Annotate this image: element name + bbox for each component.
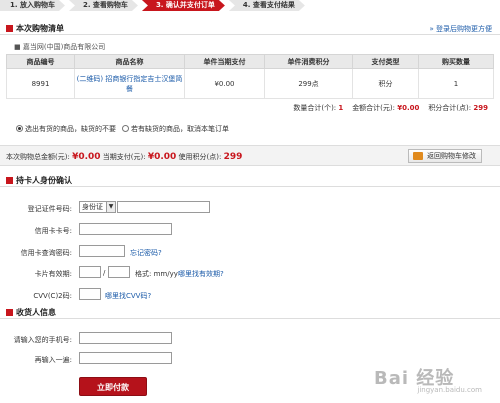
card-row: 信用卡卡号:: [0, 223, 500, 237]
item-qty: 1: [418, 68, 494, 99]
section-square-icon: [6, 177, 13, 184]
order-totals: 数量合计(个): 1 金额合计(元): ¥0.00 积分合计(点): 299: [293, 104, 488, 112]
col-price-header: 单件当期支付: [184, 54, 265, 69]
chevron-down-icon: ▼: [106, 202, 115, 212]
item-name-link[interactable]: (二维码) 招商银行指定吉士汉堡简餐: [77, 75, 183, 93]
cart-icon: [413, 152, 423, 160]
receiver-section-header: 收货人信息: [0, 304, 500, 319]
col-qty-header: 购买数量: [418, 54, 494, 69]
step-3-current: 3. 确认并支付订单: [142, 0, 225, 11]
summary-bar: 本次购物总金额(元): ¥0.00 当期支付(元): ¥0.00 使用积分(点)…: [0, 145, 500, 166]
cvv-row: CVV(C)2码: 哪里找CVV码?: [0, 288, 500, 302]
id-row: 登记证件号码: 身份证 ▼: [0, 201, 500, 215]
receiver-section-title: 收货人信息: [16, 308, 56, 317]
phone-confirm-input[interactable]: [79, 352, 172, 364]
query-pwd-input[interactable]: [79, 245, 125, 257]
id-label: 登记证件号码:: [27, 205, 72, 213]
item-paytype: 积分: [352, 68, 419, 99]
step-4: 4. 查看支付结果: [229, 0, 305, 11]
expiry-label: 卡片有效期:: [34, 270, 72, 278]
summary-total: ¥0.00: [72, 152, 101, 162]
id-number-input[interactable]: [117, 201, 210, 213]
table-row: 8991 (二维码) 招商银行指定吉士汉堡简餐 ¥0.00 299点 积分 1: [6, 68, 494, 99]
section-square-icon: [6, 309, 13, 316]
total-qty: 1: [338, 104, 344, 112]
item-price: ¥0.00: [184, 68, 265, 99]
pay-now-button[interactable]: 立即付款: [79, 377, 147, 396]
step-2: 2. 查看购物车: [69, 0, 138, 11]
table-header-row: 商品编号 商品名称 单件当期支付 单件消费积分 支付类型 购买数量: [6, 54, 494, 69]
stock-options: 选出有货的商品，缺货的不要 若有缺货的商品，取消本笔订单: [16, 124, 229, 134]
checkout-steps: 1. 放入购物车 2. 查看购物车 3. 确认并支付订单 4. 查看支付结果: [0, 0, 500, 12]
radio-selected-icon[interactable]: [16, 125, 23, 132]
phone-label: 请输入您的手机号:: [13, 336, 72, 344]
identity-section-header: 持卡人身份确认: [0, 172, 500, 187]
baidu-watermark: Bai 经验 jingyan.baidu.com: [374, 368, 482, 394]
radio-keep-instock[interactable]: 选出有货的商品，缺货的不要: [16, 124, 116, 134]
phone-input[interactable]: [79, 332, 172, 344]
expiry-month-input[interactable]: [79, 266, 101, 278]
total-points: 299: [473, 104, 488, 112]
step-1: 1. 放入购物车: [0, 0, 65, 11]
item-points: 299点: [264, 68, 353, 99]
summary-current: ¥0.00: [147, 152, 177, 162]
section-square-icon: [6, 25, 13, 32]
shop-name: ■ 嘉当网(中国)商品有限公司: [14, 43, 106, 51]
forgot-password-link[interactable]: 忘记密码?: [130, 248, 162, 258]
radio-unselected-icon[interactable]: [122, 125, 129, 132]
col-points-header: 单件消费积分: [264, 54, 353, 69]
order-section-title: 本次购物清单: [16, 24, 64, 33]
login-link[interactable]: » 登录后购物更方便: [429, 24, 492, 34]
cvv-help-link[interactable]: 哪里找CVV码?: [105, 291, 151, 301]
phone-confirm-label: 再输入一遍:: [34, 356, 72, 364]
expiry-year-input[interactable]: [108, 266, 130, 278]
expiry-help-link[interactable]: 哪里找有效期?: [178, 269, 224, 279]
summary-points: 299: [223, 152, 243, 162]
cvv-label: CVV(C)2码:: [33, 292, 72, 300]
card-number-input[interactable]: [79, 223, 172, 235]
identity-section-title: 持卡人身份确认: [16, 176, 72, 185]
order-table: 商品编号 商品名称 单件当期支付 单件消费积分 支付类型 购买数量 8991 (…: [6, 54, 494, 99]
query-pwd-row: 信用卡查询密码: 忘记密码?: [0, 245, 500, 259]
cvv-input[interactable]: [79, 288, 101, 300]
total-amount: ¥0.00: [397, 104, 420, 112]
phone-row: 请输入您的手机号:: [0, 332, 500, 346]
col-name-header: 商品名称: [74, 54, 185, 69]
expiry-row: 卡片有效期: / 格式: mm/yy 哪里找有效期?: [0, 266, 500, 280]
card-label: 信用卡卡号:: [34, 227, 72, 235]
id-type-select[interactable]: 身份证 ▼: [79, 201, 116, 213]
back-to-cart-button[interactable]: 返回购物车修改: [408, 149, 482, 163]
item-id: 8991: [6, 68, 75, 99]
radio-cancel-order[interactable]: 若有缺货的商品，取消本笔订单: [122, 124, 229, 134]
query-pwd-label: 信用卡查询密码:: [20, 249, 72, 257]
expiry-format: 格式: mm/yy: [135, 270, 178, 278]
order-section-header: 本次购物清单 » 登录后购物更方便: [0, 20, 500, 35]
col-paytype-header: 支付类型: [352, 54, 419, 69]
col-id-header: 商品编号: [6, 54, 75, 69]
